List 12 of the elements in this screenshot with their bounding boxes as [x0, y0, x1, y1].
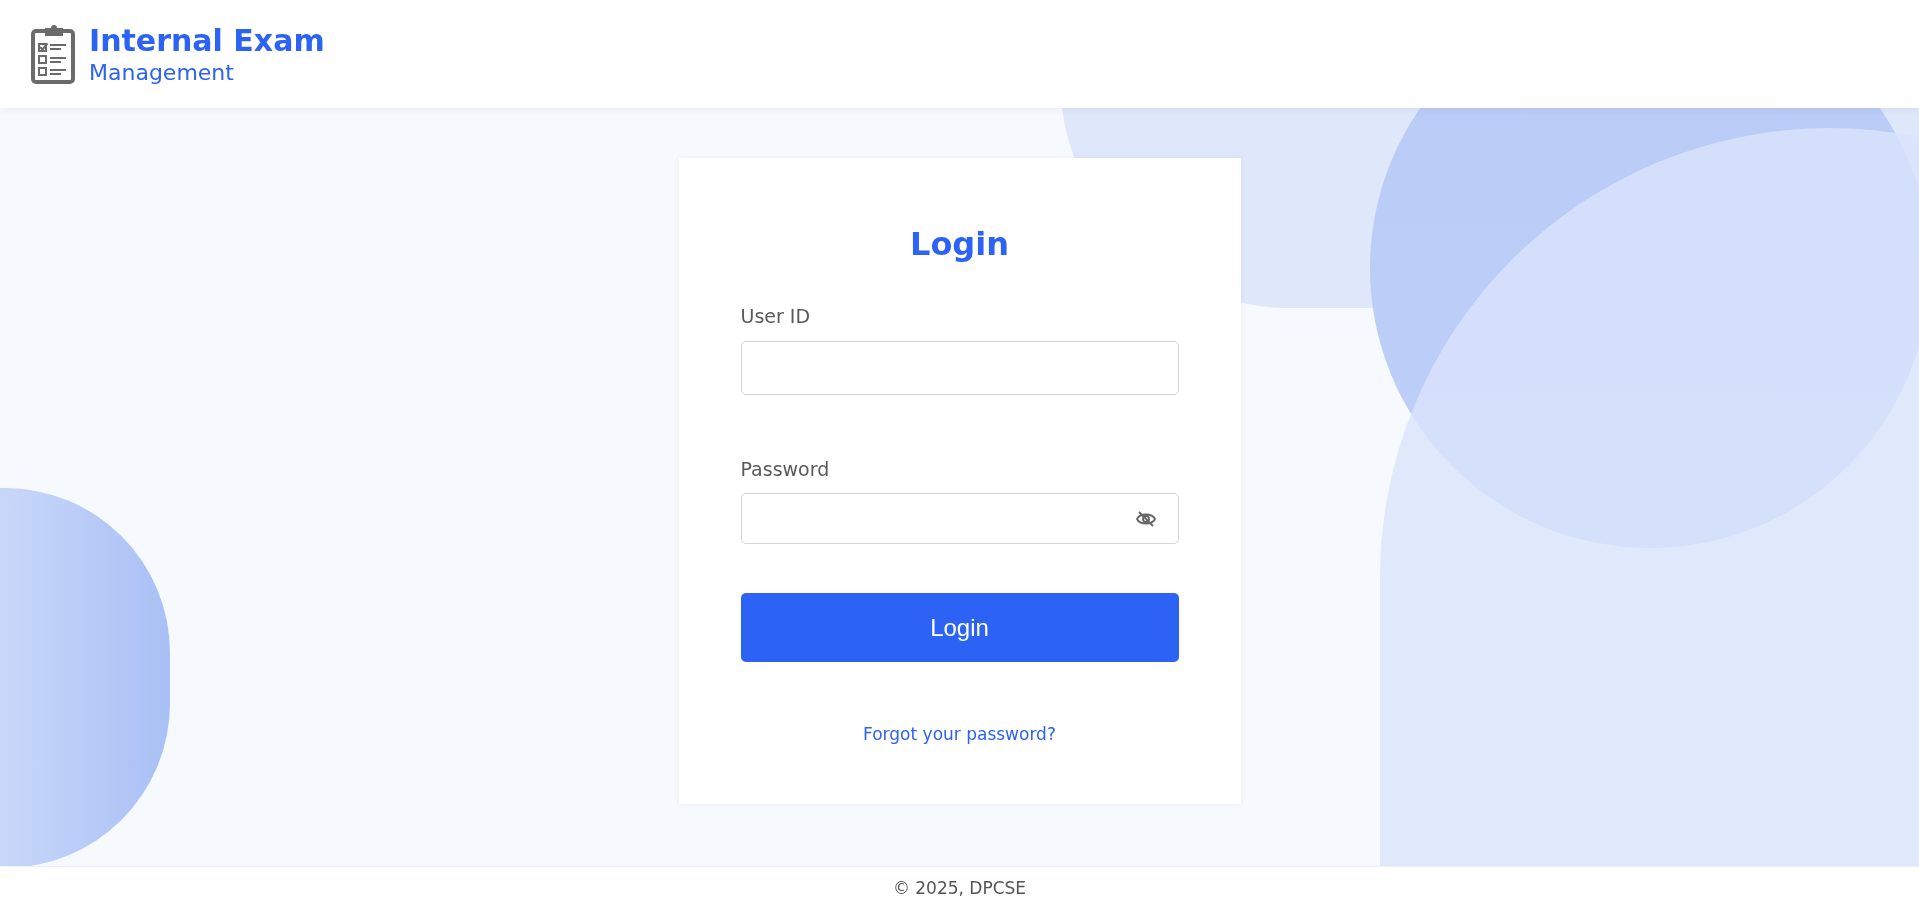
app-title: Internal Exam: [89, 21, 325, 59]
field-label: User ID: [740, 304, 812, 329]
eye-slash-icon[interactable]: [1135, 509, 1156, 528]
copyright-text: © 2025, DPCSE: [892, 876, 1027, 900]
password-field[interactable]: [740, 493, 1179, 544]
field-label: Password: [740, 456, 831, 482]
login-button[interactable]: Login: [740, 593, 1179, 662]
forgot-password-link[interactable]: Forgot your password?: [863, 722, 1056, 748]
login-title: Login: [910, 224, 1009, 265]
user-id-field[interactable]: [740, 340, 1179, 395]
clipboard-checklist-icon: [30, 23, 76, 85]
app-subtitle: Management: [89, 59, 235, 87]
